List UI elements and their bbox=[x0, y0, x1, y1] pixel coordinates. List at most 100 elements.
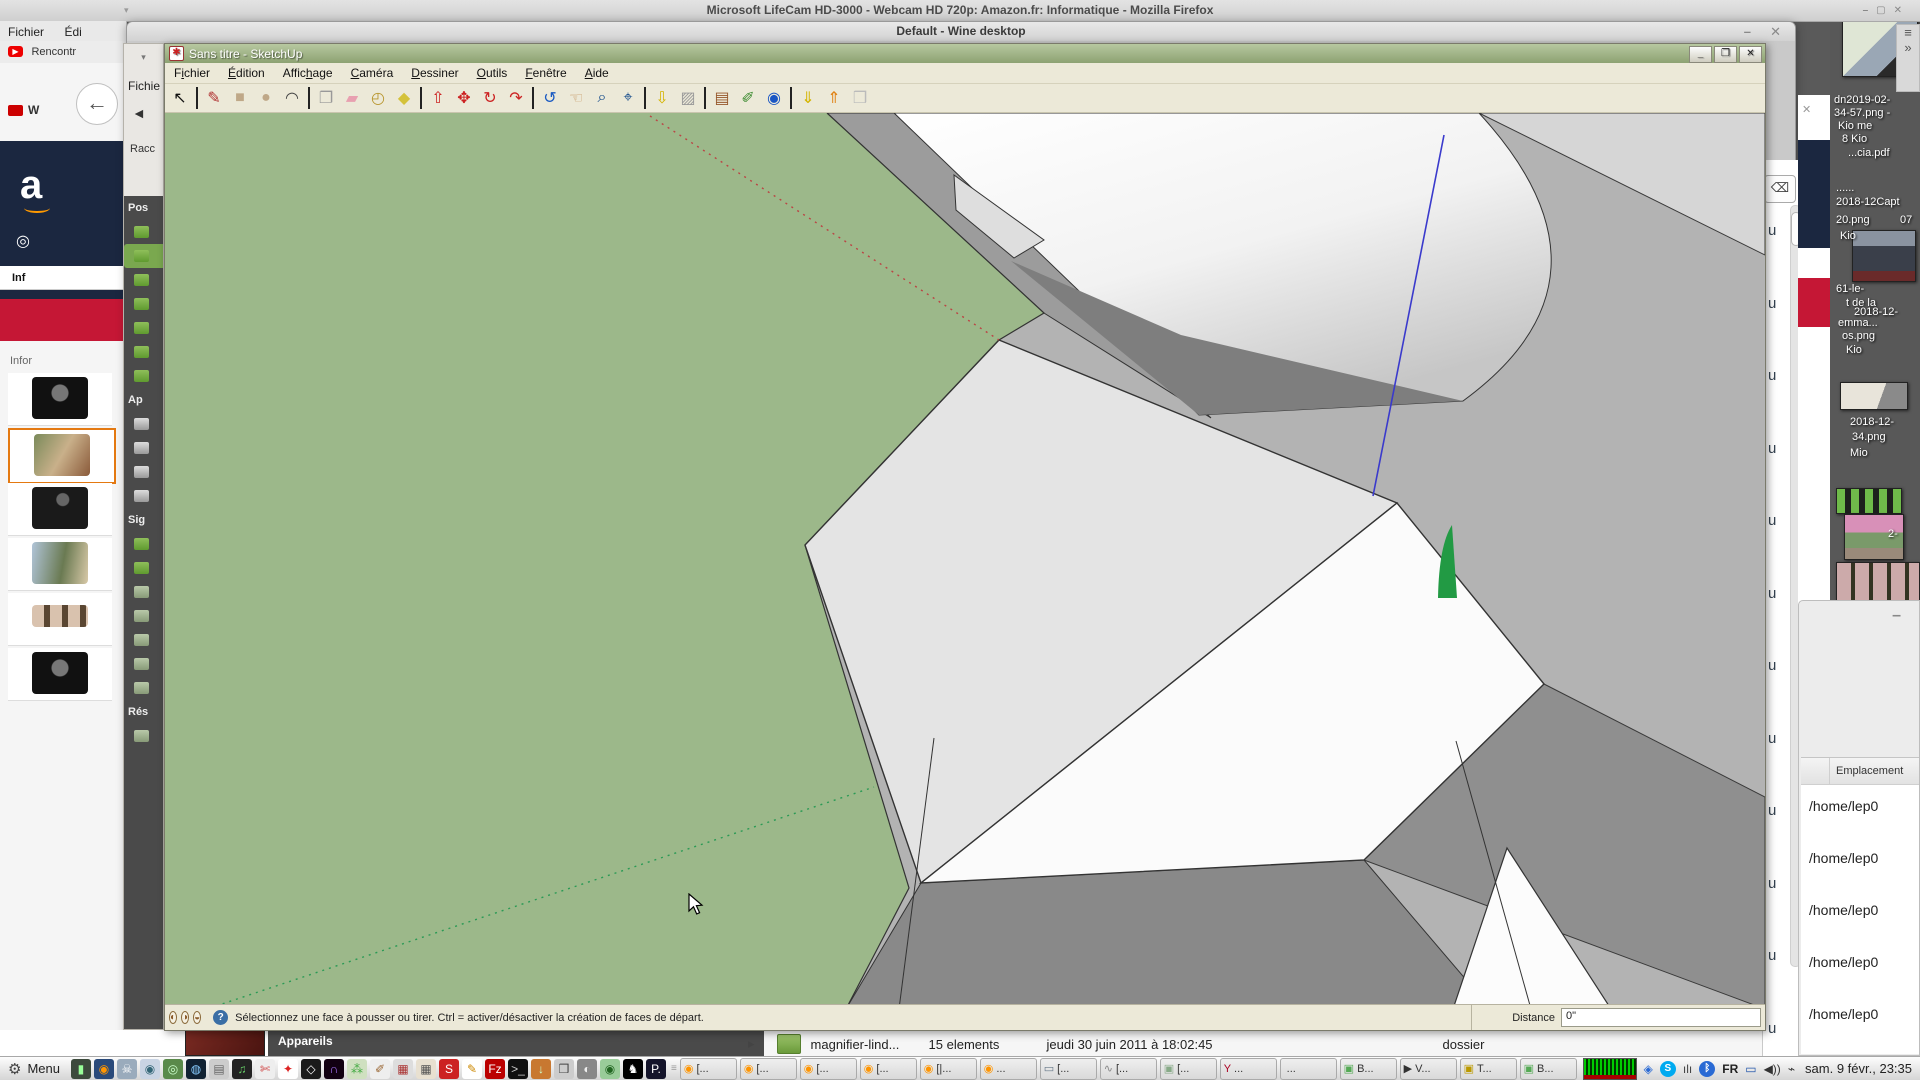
wordpress-bookmark[interactable]: W bbox=[28, 103, 39, 117]
product-thumb-faces-strip[interactable] bbox=[8, 593, 112, 646]
path-cell[interactable]: /home/lep0 bbox=[1809, 850, 1878, 866]
product-thumb-webcam-black[interactable] bbox=[8, 373, 112, 426]
desktop-file-label[interactable]: 2018-12Capt bbox=[1836, 196, 1900, 208]
shield-tray-icon[interactable]: ◈ bbox=[1644, 1062, 1653, 1076]
sidebar-item[interactable] bbox=[124, 436, 163, 460]
audio-window-taskbar-button[interactable]: ∿[... bbox=[1100, 1058, 1157, 1080]
sidebar-item[interactable] bbox=[124, 484, 163, 508]
firefox-window-controls[interactable]: –▢✕ bbox=[1863, 0, 1910, 21]
statusbar-circle-icon[interactable]: ◑ bbox=[181, 1011, 189, 1024]
minimize-button[interactable]: _ bbox=[1689, 46, 1712, 63]
wine-titlebar[interactable]: Default - Wine desktop – ✕ bbox=[127, 22, 1795, 41]
firefox-window-taskbar-button[interactable]: ◉[|... bbox=[920, 1058, 977, 1080]
make-component-tool-icon[interactable]: ❐ bbox=[313, 86, 339, 110]
sidebar-item[interactable] bbox=[124, 556, 163, 580]
eraser-tool-icon[interactable]: ▰ bbox=[339, 86, 365, 110]
system-monitor-graph[interactable] bbox=[1583, 1058, 1637, 1080]
close-button[interactable]: ✕ bbox=[1739, 46, 1762, 63]
desktop-file-label[interactable]: 34.png bbox=[1852, 431, 1886, 443]
firefox-titlebar[interactable]: ▾ Microsoft LifeCam HD-3000 - Webcam HD … bbox=[0, 0, 1920, 22]
sidebar-item[interactable] bbox=[124, 652, 163, 676]
sidebar-item[interactable] bbox=[124, 676, 163, 700]
product-thumb-clamp-webcam[interactable] bbox=[8, 483, 112, 536]
share-model-tool-icon[interactable]: ⇑ bbox=[821, 86, 847, 110]
terminal-window-taskbar-button[interactable]: ▣B... bbox=[1520, 1058, 1577, 1080]
sidebar-item[interactable] bbox=[124, 532, 163, 556]
rectangle-tool-icon[interactable]: ■ bbox=[227, 86, 253, 110]
close-icon[interactable]: ✕ bbox=[1802, 103, 1811, 116]
product-thumb-webcam-small[interactable] bbox=[8, 648, 112, 701]
sketchup-menu-fichier[interactable]: Fichier bbox=[165, 66, 219, 80]
add-location-tool-icon[interactable]: ⇩ bbox=[649, 86, 675, 110]
sidebar-item[interactable] bbox=[124, 364, 163, 388]
hamburger-menu-icon[interactable]: ≡ bbox=[1897, 25, 1919, 40]
arc-tool-icon[interactable]: ◠ bbox=[279, 86, 305, 110]
terminal-green-launcher-icon[interactable]: ▮ bbox=[71, 1059, 91, 1079]
document-launcher-icon[interactable]: ▤ bbox=[209, 1059, 229, 1079]
sketchup-menu-dessiner[interactable]: Dessiner bbox=[402, 66, 467, 80]
push-pull-tool-icon[interactable]: ⇧ bbox=[425, 86, 451, 110]
desktop-file-label[interactable]: 2- bbox=[1888, 528, 1898, 540]
terminal-window-taskbar-button[interactable]: ▣B... bbox=[1340, 1058, 1397, 1080]
zoom-extents-tool-icon[interactable]: ⌖ bbox=[615, 86, 641, 110]
statusbar-circle-icon[interactable]: ◒ bbox=[193, 1011, 201, 1024]
restore-button[interactable]: ❐ bbox=[1714, 46, 1737, 63]
desktop-file-label[interactable]: os.png bbox=[1842, 330, 1875, 342]
desktop-file-thumbnail[interactable] bbox=[1852, 230, 1916, 282]
desktop-file-label[interactable]: Kio me bbox=[1838, 120, 1872, 132]
signal-tray-icon[interactable]: ılı bbox=[1683, 1062, 1692, 1076]
desktop-file-label[interactable]: 2018-12- bbox=[1850, 416, 1894, 428]
sphere-launcher-icon[interactable]: ◐ bbox=[577, 1059, 597, 1079]
sidebar-item[interactable] bbox=[124, 460, 163, 484]
audio-skull-launcher-icon[interactable]: ☠ bbox=[117, 1059, 137, 1079]
wine-minimize-button[interactable]: – bbox=[1744, 22, 1751, 41]
chevron-down-icon[interactable]: ▾ bbox=[124, 44, 163, 63]
terminal-dark-launcher-icon[interactable]: >_ bbox=[508, 1059, 528, 1079]
sidebar-item[interactable] bbox=[124, 340, 163, 364]
path-cell[interactable]: /home/lep0 bbox=[1809, 798, 1878, 814]
firefox-launcher-icon[interactable]: ◉ bbox=[94, 1059, 114, 1079]
desktop-file-label[interactable]: Kio bbox=[1846, 344, 1862, 356]
sketchup-menu-affichage[interactable]: Affichage bbox=[274, 66, 342, 80]
sidebar-item[interactable] bbox=[124, 220, 163, 244]
photo-textures-tool-icon[interactable]: ▤ bbox=[709, 86, 735, 110]
wine-app-window-taskbar-button[interactable]: Y... bbox=[1220, 1058, 1277, 1080]
desktop-file-thumbnail[interactable] bbox=[1840, 382, 1908, 410]
sketchup-menu-outils[interactable]: Outils bbox=[468, 66, 517, 80]
desktop-file-label[interactable]: 61-le- bbox=[1836, 283, 1864, 295]
path-cell[interactable]: /home/lep0 bbox=[1809, 902, 1878, 918]
sidebar-item[interactable] bbox=[124, 580, 163, 604]
amazon-logo[interactable]: a bbox=[20, 163, 42, 208]
sketchup-menu-camra[interactable]: Caméra bbox=[342, 66, 403, 80]
blue-orb-launcher-icon[interactable]: ◍ bbox=[186, 1059, 206, 1079]
sandbox-tool-icon[interactable]: ✐ bbox=[735, 86, 761, 110]
preview-google-earth-tool-icon[interactable]: ◉ bbox=[761, 86, 787, 110]
misc-window-taskbar-button[interactable]: ... bbox=[1280, 1058, 1337, 1080]
eye-launcher-icon[interactable]: ◉ bbox=[140, 1059, 160, 1079]
cutter-launcher-icon[interactable]: ✄ bbox=[255, 1059, 275, 1079]
sidebar-item[interactable] bbox=[124, 604, 163, 628]
vortex-launcher-icon[interactable]: ◎ bbox=[163, 1059, 183, 1079]
desktop-file-thumbnail[interactable] bbox=[1836, 488, 1902, 514]
firefox-window-taskbar-button[interactable]: ◉[... bbox=[860, 1058, 917, 1080]
product-thumb-lifecam-selected[interactable] bbox=[8, 428, 116, 484]
package-launcher-icon[interactable]: ↓ bbox=[531, 1059, 551, 1079]
color-picker-launcher-icon[interactable]: ✦ bbox=[278, 1059, 298, 1079]
headphones-launcher-icon[interactable]: ∩ bbox=[324, 1059, 344, 1079]
swirl-launcher-icon[interactable]: ◉ bbox=[600, 1059, 620, 1079]
firefox-menu-edition[interactable]: Édi bbox=[56, 21, 89, 43]
column-header-emplacement[interactable]: Emplacement bbox=[1830, 758, 1903, 784]
desktop-file-label[interactable]: emma... bbox=[1838, 317, 1878, 329]
sidebar-item[interactable] bbox=[124, 628, 163, 652]
display-window-taskbar-button[interactable]: ▭[... bbox=[1040, 1058, 1097, 1080]
p-app-launcher-icon[interactable]: P. bbox=[646, 1059, 666, 1079]
amazon-tab[interactable]: Inf bbox=[0, 266, 126, 290]
minimize-icon[interactable]: – bbox=[1892, 607, 1901, 625]
product-thumb-desk-scene[interactable] bbox=[8, 538, 112, 591]
download-window-taskbar-button[interactable]: ▣[... bbox=[1160, 1058, 1217, 1080]
clock[interactable]: sam. 9 févr., 23:35 bbox=[1805, 1061, 1912, 1076]
follow-me-tool-icon[interactable]: ↷ bbox=[503, 86, 529, 110]
horse-launcher-icon[interactable]: ♞ bbox=[623, 1059, 643, 1079]
filezilla-launcher-icon[interactable]: Fz bbox=[485, 1059, 505, 1079]
line-tool-icon[interactable]: ✎ bbox=[201, 86, 227, 110]
